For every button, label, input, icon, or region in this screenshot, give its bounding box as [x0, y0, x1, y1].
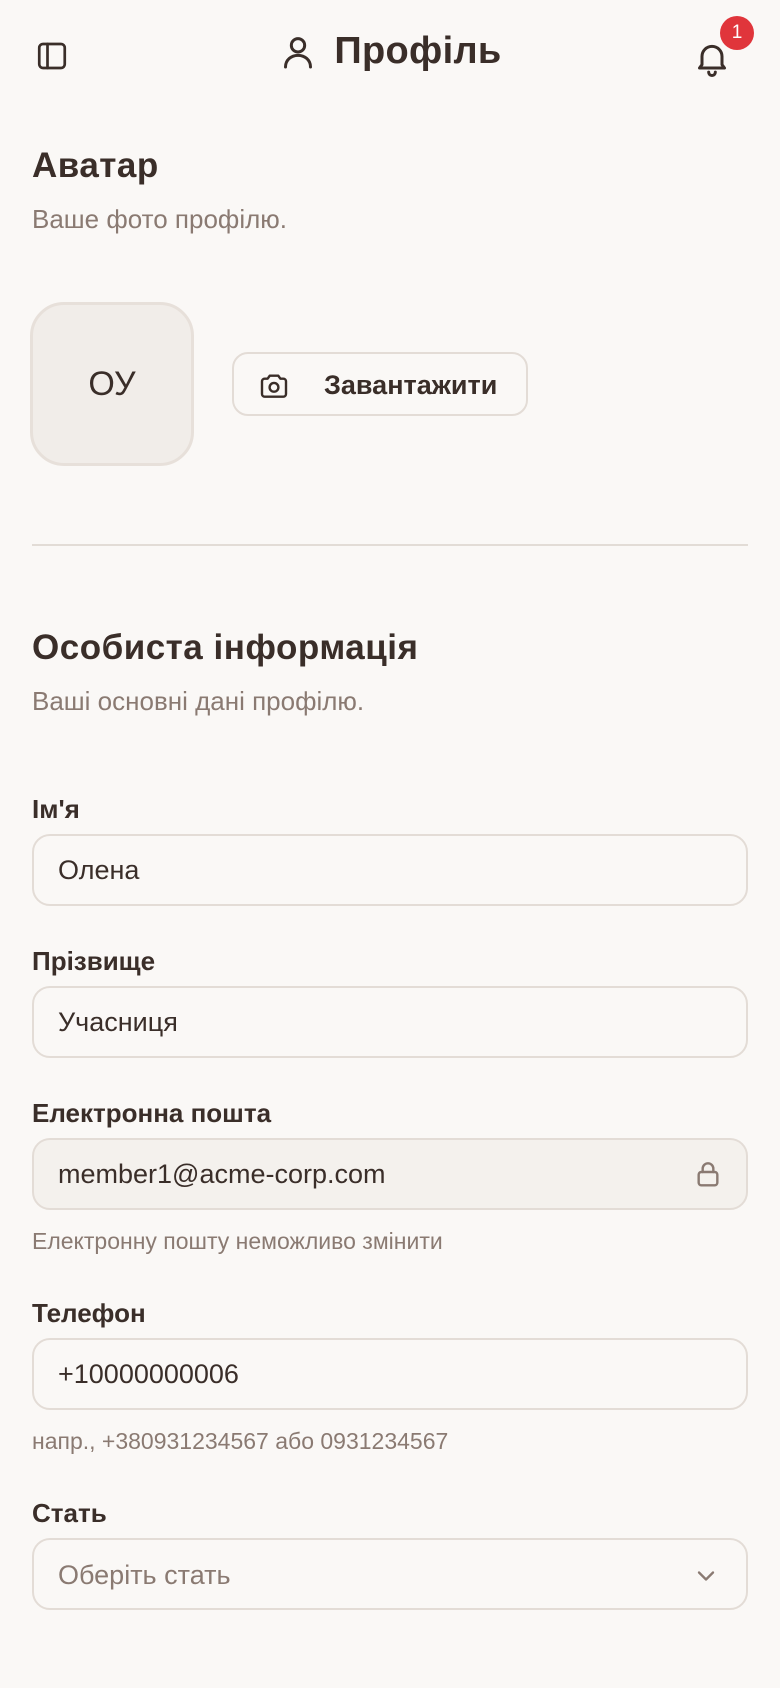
upload-button-label: Завантажити [324, 370, 498, 400]
phone-input[interactable] [32, 1338, 748, 1410]
last-name-label: Прізвище [32, 946, 156, 976]
top-bar: Профіль 1 [0, 0, 780, 112]
personal-info-subtitle: Ваші основні дані профілю. [32, 686, 365, 716]
first-name-input[interactable] [32, 834, 748, 906]
last-name-input[interactable] [32, 986, 748, 1058]
chevron-down-icon [697, 1571, 715, 1581]
gender-select[interactable]: Оберіть стать [32, 1538, 748, 1610]
avatar-section-subtitle: Ваше фото профілю. [32, 204, 287, 234]
personal-info-title: Особиста інформація [32, 628, 419, 667]
upload-avatar-button[interactable]: Завантажити [232, 352, 528, 416]
user-icon [284, 36, 313, 68]
avatar-initials: ОУ [88, 364, 136, 403]
email-label: Електронна пошта [32, 1098, 272, 1128]
lock-icon [697, 1162, 719, 1187]
profile-page: Профіль 1 Аватар Ваше фото профілю. ОУ З… [0, 0, 780, 1688]
page-title: Профіль [334, 30, 502, 72]
phone-label: Телефон [32, 1298, 146, 1328]
avatar-section-title: Аватар [32, 146, 159, 185]
camera-icon [260, 374, 288, 398]
phone-hint: напр., +380931234567 або 0931234567 [32, 1428, 449, 1454]
page-header: Профіль [0, 30, 780, 73]
email-hint: Електронну пошту неможливо змінити [32, 1228, 443, 1254]
section-divider [32, 544, 748, 546]
gender-placeholder: Оберіть стать [58, 1560, 231, 1590]
notification-badge: 1 [720, 16, 754, 50]
gender-label: Стать [32, 1498, 107, 1528]
email-field[interactable] [32, 1138, 748, 1210]
first-name-label: Ім'я [32, 794, 80, 824]
avatar: ОУ [30, 302, 194, 466]
